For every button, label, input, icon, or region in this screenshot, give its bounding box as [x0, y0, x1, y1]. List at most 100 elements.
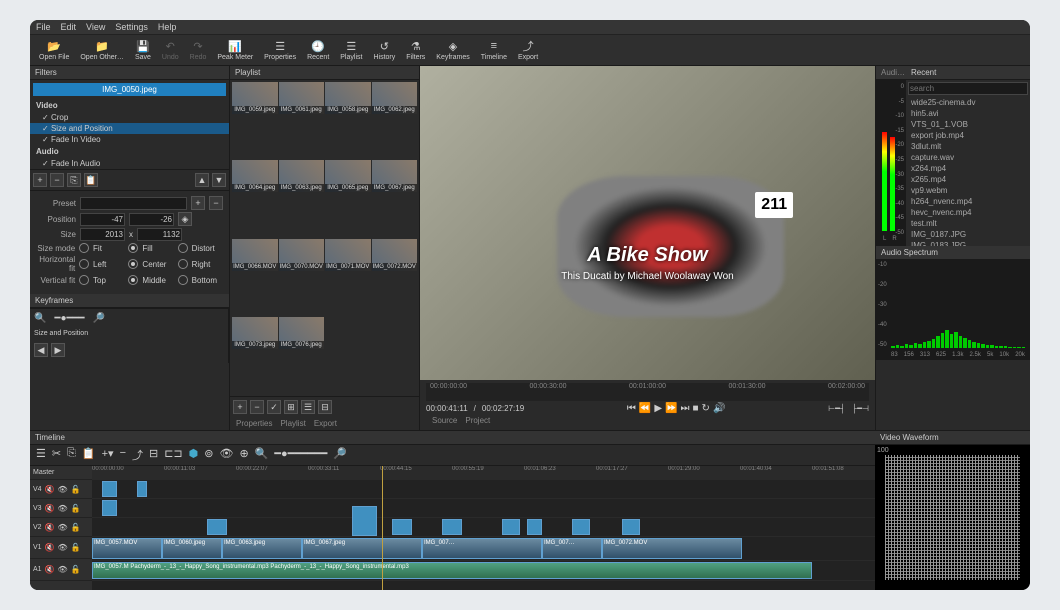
clip[interactable] [102, 500, 117, 516]
track-a1[interactable]: IMG_0057.M Pachyderm_-_13_-_Happy_Song_i… [92, 561, 875, 581]
visible-icon[interactable]: 👁 [58, 485, 68, 494]
tl-overwrite-button[interactable]: ⊟ [147, 447, 160, 463]
preset-select[interactable] [80, 197, 187, 210]
filter-target[interactable]: IMG_0050.jpeg [33, 83, 226, 96]
play-button[interactable]: ▶ [654, 403, 662, 414]
visible-icon[interactable]: 👁 [58, 504, 68, 513]
menu-edit[interactable]: Edit [61, 22, 77, 32]
filter-item[interactable]: Crop [30, 112, 229, 123]
playlist-thumb[interactable] [372, 160, 418, 192]
mute-icon[interactable]: 🔇 [45, 523, 55, 532]
track-head-v3[interactable]: V3🔇👁🔓 [30, 499, 92, 518]
playlist-thumb[interactable] [325, 239, 371, 271]
playlist-thumb[interactable] [232, 82, 278, 114]
tab-project[interactable]: Project [465, 416, 490, 425]
clip[interactable] [207, 519, 227, 535]
hfit-radio[interactable] [79, 259, 89, 269]
sizemode-radio[interactable] [128, 243, 138, 253]
track-v4[interactable] [92, 480, 875, 499]
properties-button[interactable]: ☰Properties [259, 37, 301, 63]
position-keyframe-button[interactable]: ◈ [178, 212, 192, 226]
filter-item[interactable]: Fade In Audio [30, 158, 229, 169]
recent-item[interactable]: x265.mp4 [908, 174, 1028, 185]
timeline-ruler[interactable]: 00:00:00:0000:00:11:0300:00:22:0700:00:3… [92, 466, 875, 480]
clip-v1[interactable]: IMG_0057.MOV [92, 538, 162, 559]
clip-v1[interactable]: IMG_007… [542, 538, 602, 559]
master-head[interactable]: Master [30, 466, 92, 480]
recent-item[interactable]: vp9.webm [908, 185, 1028, 196]
kf-zoom-out-icon[interactable]: 🔍 [34, 313, 46, 324]
clip-v1[interactable]: IMG_0067.jpeg [302, 538, 422, 559]
sizemode-radio[interactable] [79, 243, 89, 253]
position-y-input[interactable] [129, 213, 174, 226]
volume-button[interactable]: 🔊 [713, 403, 725, 414]
lock-icon[interactable]: 🔓 [71, 485, 81, 494]
redo-button[interactable]: ↷Redo [185, 37, 212, 63]
add-filter-button[interactable]: + [33, 173, 47, 187]
timeline-button[interactable]: ≡Timeline [476, 37, 512, 63]
playlist-button[interactable]: ☰Playlist [335, 37, 367, 63]
clip-v1[interactable]: IMG_0060.jpeg [162, 538, 222, 559]
playlist-thumb[interactable] [232, 317, 278, 349]
recent-item[interactable]: hevc_nvenc.mp4 [908, 207, 1028, 218]
track-v1[interactable]: IMG_0057.MOV IMG_0060.jpeg IMG_0063.jpeg… [92, 537, 875, 561]
copy-filter-button[interactable]: ⎘ [67, 173, 81, 187]
mute-icon[interactable]: 🔇 [45, 504, 55, 513]
recent-item[interactable]: 3dlut.mlt [908, 141, 1028, 152]
track-head-a1[interactable]: A1🔇👁🔓 [30, 559, 92, 581]
playlist-thumb[interactable] [279, 317, 325, 349]
kf-prev-button[interactable]: ◀ [34, 343, 48, 357]
vfit-radio[interactable] [128, 275, 138, 285]
tl-append-button[interactable]: +▾ [100, 447, 116, 463]
lock-icon[interactable]: 🔓 [71, 565, 81, 574]
recent-item[interactable]: VTS_01_1.VOB [908, 119, 1028, 130]
playlist-thumb[interactable] [372, 82, 418, 114]
track-v3[interactable] [92, 499, 875, 518]
playlist-remove-button[interactable]: − [250, 400, 264, 414]
vfit-radio[interactable] [178, 275, 188, 285]
mute-icon[interactable]: 🔇 [45, 565, 55, 574]
tl-zoom-slider[interactable]: ━●━━━━━━ [272, 447, 329, 463]
filter-item[interactable]: Fade In Video [30, 134, 229, 145]
forward-button[interactable]: ⏩ [665, 403, 677, 414]
history-button[interactable]: ↺History [368, 37, 400, 63]
preview-viewer[interactable]: 211 A Bike Show This Ducati by Michael W… [420, 66, 875, 380]
clip-a1[interactable]: IMG_0057.M Pachyderm_-_13_-_Happy_Song_i… [92, 562, 812, 579]
tl-lift-button[interactable]: ⤴ [130, 447, 145, 463]
playlist-thumb[interactable] [279, 160, 325, 192]
menu-settings[interactable]: Settings [115, 22, 148, 32]
clip[interactable] [392, 519, 412, 535]
tl-zoom-in-button[interactable]: 🔎 [331, 447, 349, 463]
clip[interactable] [502, 519, 520, 535]
playlist-thumb[interactable] [279, 82, 325, 114]
tl-remove-button[interactable]: − [118, 447, 128, 463]
skip-end-button[interactable]: ⏭ [681, 403, 690, 414]
in-point[interactable]: ⊢━┤ [828, 404, 845, 413]
tl-ripple-all-button[interactable]: ⊕ [237, 447, 250, 463]
recent-item[interactable]: test.mlt [908, 218, 1028, 229]
timeline-tracks[interactable]: 00:00:00:0000:00:11:0300:00:22:0700:00:3… [92, 466, 875, 590]
recent-search-input[interactable] [908, 82, 1028, 95]
track-head-v1[interactable]: V1🔇👁🔓 [30, 537, 92, 559]
timecode-current[interactable]: 00:00:41:11 [426, 404, 468, 413]
playlist-detail-button[interactable]: ⊟ [318, 400, 332, 414]
lock-icon[interactable]: 🔓 [71, 504, 81, 513]
clip-v1[interactable]: IMG_0072.MOV [602, 538, 742, 559]
recent-item[interactable]: h264_nvenc.mp4 [908, 196, 1028, 207]
paste-filter-button[interactable]: 📋 [84, 173, 98, 187]
save-button[interactable]: 💾Save [130, 37, 156, 63]
lock-icon[interactable]: 🔓 [71, 543, 81, 552]
track-v2[interactable] [92, 518, 875, 537]
remove-filter-button[interactable]: − [50, 173, 64, 187]
clip[interactable] [622, 519, 640, 535]
vfit-radio[interactable] [79, 275, 89, 285]
tl-ripple-button[interactable]: 👁 [217, 447, 235, 463]
playlist-thumb[interactable] [279, 239, 325, 271]
position-x-input[interactable] [80, 213, 125, 226]
tl-paste-button[interactable]: 📋 [80, 447, 98, 463]
playlist-thumb[interactable] [325, 82, 371, 114]
filters-button[interactable]: ⚗Filters [401, 37, 430, 63]
filter-item[interactable]: Size and Position [30, 123, 229, 134]
stop-button[interactable]: ■ [693, 403, 699, 414]
recent-item[interactable]: IMG_0187.JPG [908, 229, 1028, 240]
